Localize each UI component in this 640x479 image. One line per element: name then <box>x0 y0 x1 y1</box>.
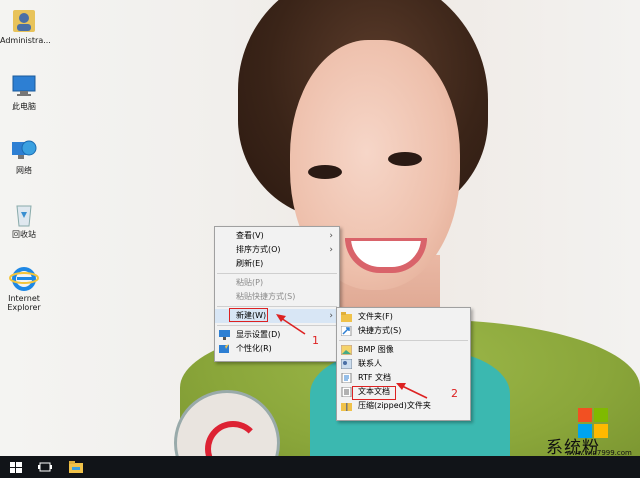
file-explorer-icon <box>69 461 83 473</box>
file-explorer-button[interactable] <box>68 459 84 475</box>
start-button[interactable] <box>8 459 24 475</box>
task-view-icon <box>38 462 52 472</box>
annotation-number-1: 1 <box>312 334 319 347</box>
desktop[interactable]: Administra... 此电脑 网络 回收站 Internet Explor… <box>0 0 640 456</box>
annotation-arrows <box>276 314 428 399</box>
task-view-button[interactable] <box>37 459 53 475</box>
windows-start-icon <box>10 462 22 473</box>
annotation-number-2: 2 <box>451 387 458 400</box>
taskbar <box>0 456 640 478</box>
